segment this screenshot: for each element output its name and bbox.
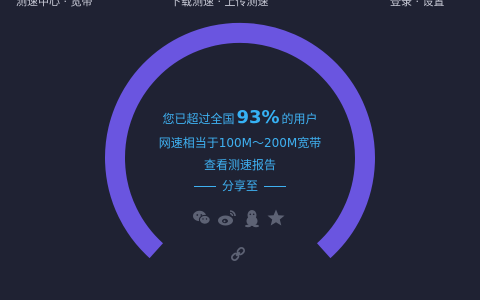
percentile-suffix: 的用户	[281, 112, 318, 126]
share-icons	[190, 208, 290, 228]
share-divider: 分享至	[140, 177, 340, 195]
share-label: 分享至	[221, 179, 258, 193]
bandwidth-equivalent: 网速相当于100M～200M宽带	[158, 136, 322, 150]
view-report-link[interactable]: 查看测速报告	[140, 157, 340, 173]
share-rule-right	[264, 185, 286, 187]
percentile-value: 93%	[236, 107, 280, 128]
qq-icon[interactable]	[242, 208, 262, 228]
wechat-icon[interactable]	[192, 208, 212, 228]
weibo-icon[interactable]	[217, 208, 237, 228]
share-rule-left	[193, 185, 216, 187]
link-icon[interactable]	[229, 245, 247, 263]
percentile-line: 您已超过全国 93% 的用户	[140, 106, 340, 131]
favorite-star-icon[interactable]	[266, 208, 286, 228]
speed-test-result-screen: 测速中心 · 宽带 下载测速 · 上传测速 登录 · 设置 您已超过全国 93% 的…	[0, 0, 480, 300]
percentile-prefix: 您已超过全国	[162, 112, 235, 126]
